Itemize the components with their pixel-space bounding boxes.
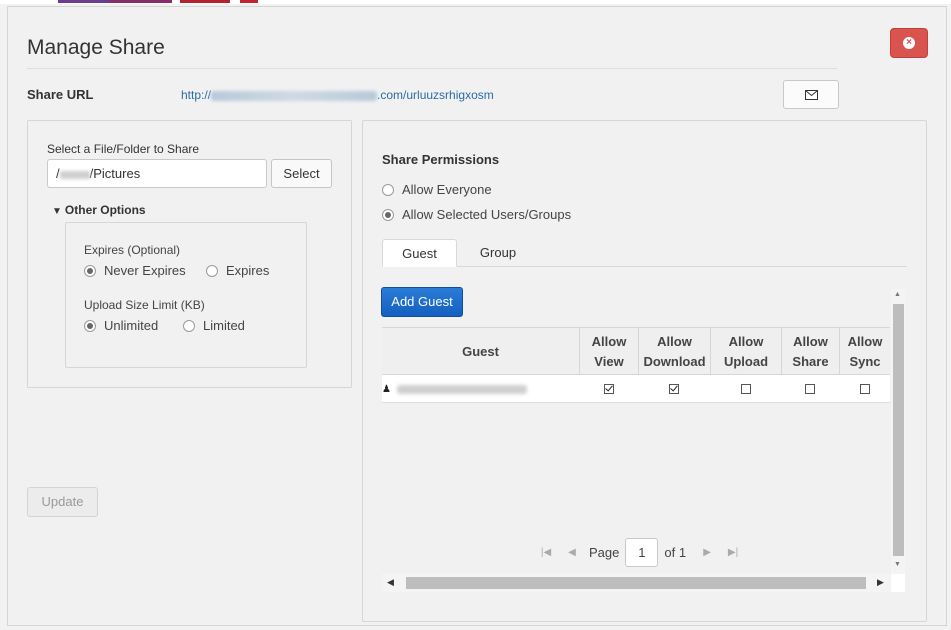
user-icon: ♟	[382, 383, 391, 395]
radio-expires[interactable]: Expires	[206, 263, 269, 278]
column-header-guest[interactable]: Guest	[382, 328, 579, 375]
column-header-allow-share[interactable]: Allow Share	[781, 328, 839, 375]
page-count-label: of 1	[664, 544, 687, 560]
redacted-guest-email	[396, 384, 527, 394]
close-circle-icon: ×	[903, 37, 915, 49]
cell-allow-share	[781, 375, 839, 403]
table-row[interactable]: ♟	[382, 375, 890, 403]
tab-guest[interactable]: Guest	[382, 239, 457, 267]
guest-cell: ♟	[382, 375, 527, 403]
horizontal-scrollbar[interactable]: ◀ ▶	[382, 574, 890, 592]
select-file-button[interactable]: Select	[271, 159, 332, 188]
next-page-icon[interactable]: ▶	[694, 547, 720, 558]
radio-label: Limited	[203, 318, 245, 333]
other-options-toggle[interactable]: ▼ Other Options	[52, 203, 146, 217]
prev-page-icon[interactable]: ◀	[559, 547, 585, 558]
add-guest-button[interactable]: Add Guest	[381, 287, 463, 317]
share-url-label: Share URL	[27, 87, 94, 102]
radio-button[interactable]	[382, 208, 394, 221]
horizontal-scroll-thumb[interactable]	[406, 577, 866, 589]
column-header-allow-view[interactable]: Allow View	[579, 328, 638, 375]
column-header-allow-download[interactable]: Allow Download	[638, 328, 710, 375]
expires-label: Expires (Optional)	[84, 243, 181, 257]
page-number-input[interactable]: 1	[625, 537, 659, 567]
email-share-button[interactable]	[783, 80, 839, 109]
update-button[interactable]: Update	[27, 487, 98, 517]
pager: |◀ ◀ Page 1 of 1 ▶ ▶|	[533, 537, 746, 567]
upload-limit-label: Upload Size Limit (KB)	[84, 298, 205, 312]
column-header-line2: Upload	[723, 353, 769, 369]
share-permissions-title: Share Permissions	[382, 152, 500, 167]
triangle-down-icon: ▼	[52, 206, 62, 217]
tabs-divider	[382, 266, 907, 267]
redacted-host	[211, 90, 378, 101]
select-file-label: Select a File/Folder to Share	[47, 142, 200, 156]
radio-button[interactable]	[84, 319, 96, 332]
column-header-line1: Allow	[657, 333, 692, 349]
last-page-icon[interactable]: ▶|	[720, 547, 746, 558]
redacted-user	[59, 170, 90, 179]
radio-never-expires[interactable]: Never Expires	[84, 263, 186, 278]
radio-unlimited[interactable]: Unlimited	[84, 318, 158, 333]
grid-header: Guest Allow View Allow Download Allow Uploa…	[382, 327, 890, 375]
radio-label: Never Expires	[104, 263, 186, 278]
checkbox-allow-download[interactable]	[669, 384, 679, 394]
radio-limited[interactable]: Limited	[183, 318, 245, 333]
radio-label: Unlimited	[104, 318, 159, 333]
close-button[interactable]: ×	[890, 28, 928, 58]
radio-allow-selected[interactable]: Allow Selected Users/Groups	[382, 207, 571, 222]
path-suffix: /Pictures	[89, 166, 141, 181]
first-page-icon[interactable]: |◀	[533, 547, 559, 558]
radio-label: Allow Selected Users/Groups	[402, 207, 572, 222]
radio-label: Allow Everyone	[402, 182, 492, 197]
title-divider	[27, 68, 837, 69]
radio-button[interactable]	[84, 264, 96, 277]
radio-button[interactable]	[183, 319, 195, 332]
share-url-link[interactable]: http:// .com/urluuzsrhigxosm	[181, 88, 494, 102]
checkbox-allow-view[interactable]	[603, 384, 614, 394]
file-path-input[interactable]: //Pictures	[47, 159, 267, 188]
checkbox-allow-sync[interactable]	[859, 384, 870, 394]
vertical-scroll-thumb[interactable]	[893, 304, 904, 556]
column-header-line1: Allow	[591, 333, 627, 349]
scroll-right-icon[interactable]: ▶	[877, 577, 884, 588]
column-header-line2: Download	[643, 353, 706, 369]
dialog-title: Manage Share	[27, 36, 165, 59]
column-header-text: Guest	[462, 343, 499, 359]
column-header-allow-sync[interactable]: Allow Sync	[839, 328, 890, 375]
tab-group[interactable]: Group	[462, 239, 534, 267]
column-header-line1: Allow	[847, 333, 883, 349]
scroll-left-icon[interactable]: ◀	[387, 577, 394, 588]
radio-label: Expires	[226, 263, 270, 278]
cell-allow-download	[638, 375, 710, 403]
column-header-line2: View	[594, 353, 624, 369]
checkbox-allow-share[interactable]	[805, 384, 815, 394]
column-header-line1: Allow	[728, 333, 764, 349]
scroll-up-icon[interactable]: ▲	[894, 291, 901, 298]
column-header-allow-upload[interactable]: Allow Upload	[710, 328, 781, 375]
radio-allow-everyone[interactable]: Allow Everyone	[382, 182, 492, 197]
share-url-prefix: http://	[181, 88, 212, 102]
envelope-icon	[804, 89, 818, 100]
scroll-down-icon[interactable]: ▼	[894, 561, 901, 568]
cell-allow-upload	[710, 375, 781, 403]
radio-button[interactable]	[382, 183, 394, 196]
radio-button[interactable]	[206, 264, 218, 277]
page-label: Page	[589, 544, 620, 560]
share-url-suffix: .com/urluuzsrhigxosm	[377, 88, 494, 102]
cell-allow-view	[579, 375, 638, 403]
browser-top-strip	[0, 0, 951, 4]
cell-allow-sync	[839, 375, 890, 403]
column-header-line2: Share	[792, 353, 829, 369]
column-header-line1: Allow	[793, 333, 828, 349]
scrollbar-corner	[891, 574, 905, 592]
checkbox-allow-upload[interactable]	[740, 384, 751, 394]
column-header-line2: Sync	[849, 353, 881, 369]
vertical-scrollbar[interactable]: ▲ ▼	[891, 289, 905, 574]
other-options-label: Other Options	[64, 203, 146, 217]
